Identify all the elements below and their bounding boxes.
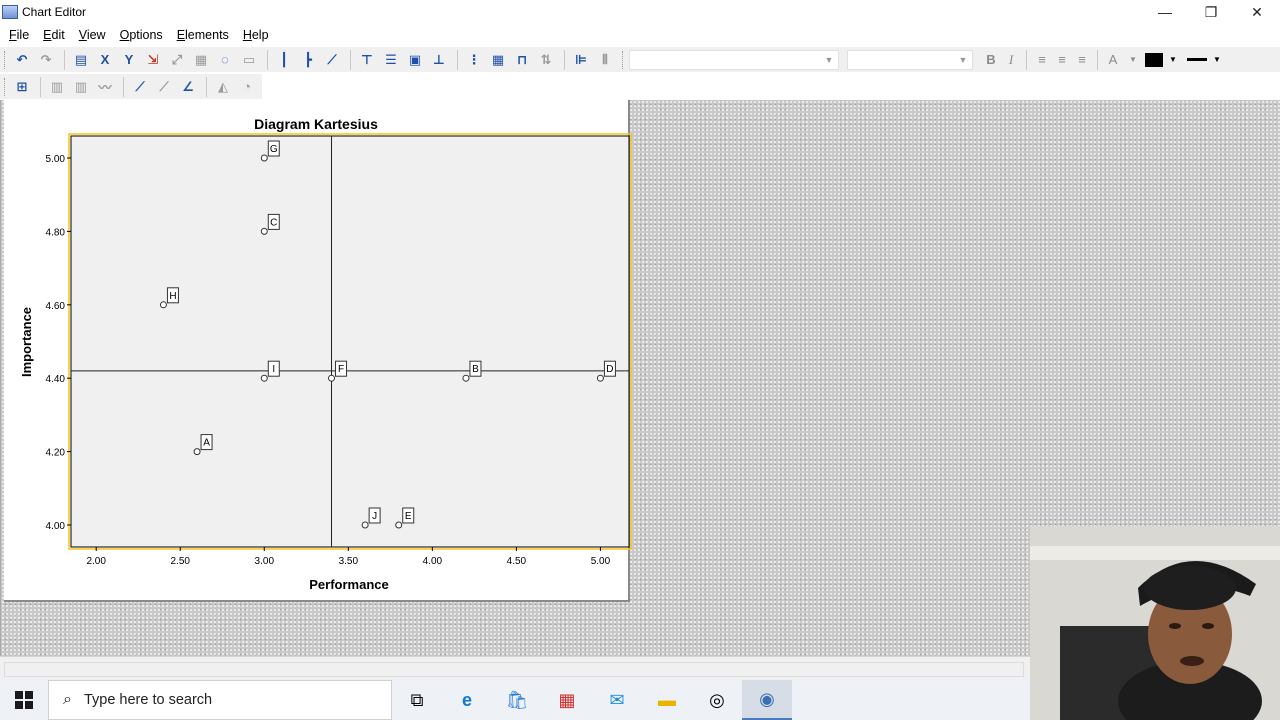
font-size-combo[interactable]: ▼ xyxy=(847,49,973,70)
store-icon[interactable]: 🛍 xyxy=(492,680,542,720)
y-tick-label[interactable]: 4.00 xyxy=(46,521,66,532)
chevron-down-icon: ▼ xyxy=(958,54,968,65)
minimize-button[interactable]: — xyxy=(1142,0,1188,24)
chevron-down-icon[interactable]: ▼ xyxy=(1163,55,1183,64)
data-label[interactable]: C xyxy=(270,217,277,228)
line-weight-icon[interactable] xyxy=(1187,58,1207,61)
mail-icon[interactable]: ✉ xyxy=(592,680,642,720)
color-swatch[interactable] xyxy=(1145,52,1163,67)
taskbar-search[interactable]: ⌕ Type here to search xyxy=(48,680,392,720)
toolbar-separator xyxy=(1097,49,1098,70)
text-style-icon[interactable]: A xyxy=(1103,52,1123,67)
x-tick-label[interactable]: 3.00 xyxy=(255,556,275,567)
data-label[interactable]: I xyxy=(272,364,275,375)
x-tick-label[interactable]: 2.50 xyxy=(171,556,191,567)
search-icon: ⌕ xyxy=(63,691,72,708)
chevron-down-icon[interactable]: ▼ xyxy=(1123,55,1143,64)
data-label[interactable]: J xyxy=(372,511,377,522)
data-point[interactable] xyxy=(395,521,403,529)
font-family-combo[interactable]: ▼ xyxy=(629,49,839,70)
y-tick-label[interactable]: 4.60 xyxy=(46,301,66,312)
data-label[interactable]: F xyxy=(338,364,344,375)
x-axis-label[interactable]: Performance xyxy=(309,577,388,592)
bold-button[interactable]: B xyxy=(981,52,1001,67)
windows-logo-icon xyxy=(15,691,33,709)
search-placeholder: Type here to search xyxy=(83,692,213,708)
presenter-video-icon xyxy=(1030,526,1280,720)
y-axis-label[interactable]: Importance xyxy=(19,307,34,377)
toolbar-separator xyxy=(1026,49,1027,70)
data-label[interactable]: G xyxy=(270,144,278,155)
data-point[interactable] xyxy=(260,374,268,382)
y-tick-label[interactable]: 5.00 xyxy=(46,154,66,165)
task-view-icon[interactable]: ⧉ xyxy=(392,680,442,720)
gift-icon[interactable]: ▦ xyxy=(542,680,592,720)
y-tick-label[interactable]: 4.40 xyxy=(46,374,66,385)
close-button[interactable]: ✕ xyxy=(1234,0,1280,24)
webcam-overlay xyxy=(1030,526,1280,720)
data-label[interactable]: H xyxy=(169,291,176,302)
data-point[interactable] xyxy=(328,374,336,382)
data-point[interactable] xyxy=(596,374,604,382)
chevron-down-icon[interactable]: ▼ xyxy=(1207,55,1227,64)
y-tick-label[interactable]: 4.80 xyxy=(46,227,66,238)
x-tick-label[interactable]: 3.50 xyxy=(339,556,359,567)
italic-button[interactable]: I xyxy=(1001,52,1021,68)
start-button[interactable] xyxy=(0,680,48,720)
plot-area[interactable] xyxy=(70,135,630,548)
data-label[interactable]: A xyxy=(203,438,210,449)
window-controls: — ❐ ✕ xyxy=(1142,0,1280,24)
restore-button[interactable]: ❐ xyxy=(1188,0,1234,24)
chart-title[interactable]: Diagram Kartesius xyxy=(254,116,378,132)
data-point[interactable] xyxy=(260,227,268,235)
data-point[interactable] xyxy=(159,301,167,309)
x-tick-label[interactable]: 4.50 xyxy=(507,556,527,567)
x-tick-label[interactable]: 4.00 xyxy=(423,556,443,567)
data-label[interactable]: B xyxy=(472,364,479,375)
align-right-icon[interactable]: ≡ xyxy=(1072,52,1092,67)
data-point[interactable] xyxy=(462,374,470,382)
chevron-down-icon: ▼ xyxy=(824,54,834,65)
x-tick-label[interactable]: 5.00 xyxy=(591,556,611,567)
x-tick-label[interactable]: 2.00 xyxy=(86,556,106,567)
data-point[interactable] xyxy=(361,521,369,529)
align-left-icon[interactable]: ≡ xyxy=(1032,52,1052,67)
browser-icon[interactable]: ◎ xyxy=(692,680,742,720)
file-explorer-icon[interactable]: ▬ xyxy=(642,680,692,720)
chart-page[interactable]: Diagram Kartesius Performance Importance 2.… xyxy=(4,100,632,602)
data-label[interactable]: D xyxy=(606,364,613,375)
data-point[interactable] xyxy=(193,448,201,456)
data-point[interactable] xyxy=(260,154,268,162)
data-label[interactable]: E xyxy=(405,511,412,522)
y-tick-label[interactable]: 4.20 xyxy=(46,448,66,459)
status-field xyxy=(4,662,1024,677)
spss-icon[interactable]: ◉ xyxy=(742,680,792,720)
align-center-icon[interactable]: ≡ xyxy=(1052,52,1072,67)
scatter-chart[interactable]: Diagram Kartesius Performance Importance 2.… xyxy=(0,0,640,720)
edge-icon[interactable]: e xyxy=(442,680,492,720)
